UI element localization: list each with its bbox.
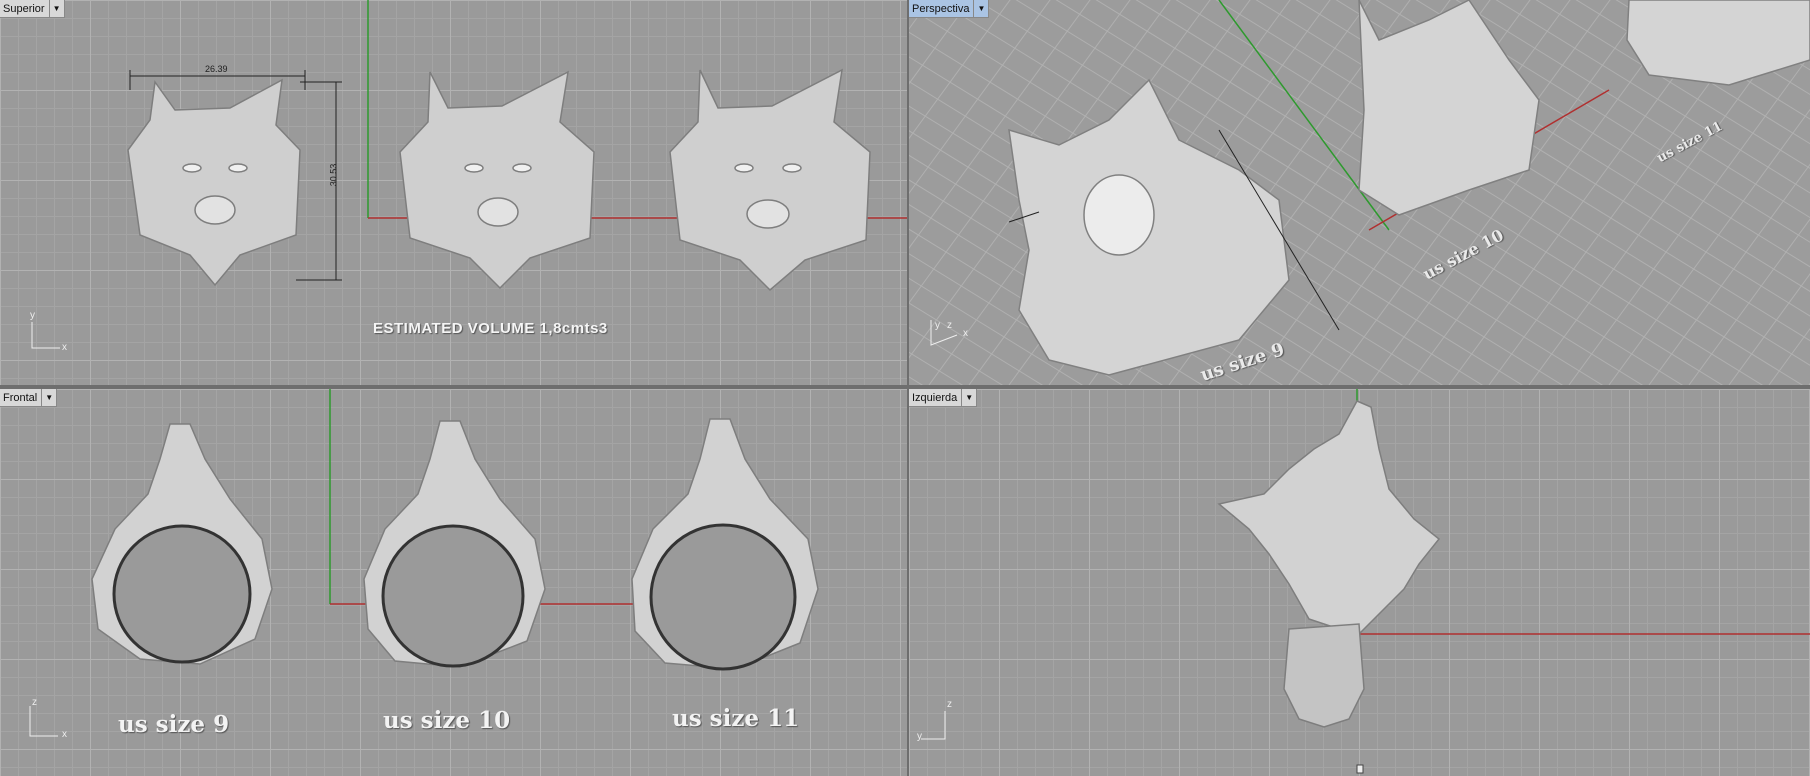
dropdown-arrow-icon[interactable]: ▼ (973, 0, 988, 17)
axis-gizmo-icon (921, 711, 946, 740)
dimension-height-label: 30.53 (328, 163, 339, 187)
axis-label-x: x (963, 328, 968, 339)
viewport-perspective[interactable]: Perspectiva ▼ us size 9 us size 10 us si… (909, 0, 1810, 385)
viewport-left[interactable]: Izquierda ▼ y z (909, 389, 1810, 776)
axis-label-z: z (32, 697, 37, 708)
size-label-10: us size 10 (383, 707, 511, 734)
ring-front-size-11 (631, 418, 819, 671)
wolf-head-size-9 (127, 78, 301, 287)
viewport-front[interactable]: Frontal ▼ us size 9 us size 10 us size 1… (0, 389, 907, 776)
size-label-11: us size 11 (672, 705, 800, 732)
axis-label-y: y (30, 310, 35, 321)
axis-label-y: y (935, 320, 940, 331)
scroll-handle (1356, 764, 1364, 774)
wolf-head-size-10 (399, 70, 595, 290)
perspective-grid (909, 0, 1810, 385)
axis-gizmo-icon (31, 322, 60, 349)
wolf-head-persp-9 (1008, 78, 1290, 376)
left-scene (921, 389, 1810, 774)
wolf-side-view (1217, 400, 1441, 728)
viewport-label-perspective: Perspectiva (912, 2, 970, 15)
ring-front-size-10 (363, 420, 546, 668)
estimated-volume-text: ESTIMATED VOLUME 1,8cmts3 (373, 320, 608, 337)
axis-label-z: z (947, 699, 952, 710)
axis-label-x: x (62, 342, 67, 353)
wolf-head-size-11 (669, 68, 871, 292)
size-label-9: us size 9 (118, 711, 230, 738)
wolf-head-persp-11 (1626, 0, 1810, 86)
viewport-tab-perspective[interactable]: Perspectiva ▼ (909, 0, 990, 18)
axis-label-z: z (947, 320, 952, 331)
ring-front-size-9 (91, 423, 273, 665)
axis-label-y: y (917, 731, 922, 742)
axis-gizmo-icon (29, 706, 58, 737)
dimension-width-label: 26.39 (205, 64, 228, 74)
viewport-top[interactable]: Superior ▼ 26.39 30.53 ESTIMATED VOLUME … (0, 0, 907, 385)
axis-label-x: x (62, 729, 67, 740)
